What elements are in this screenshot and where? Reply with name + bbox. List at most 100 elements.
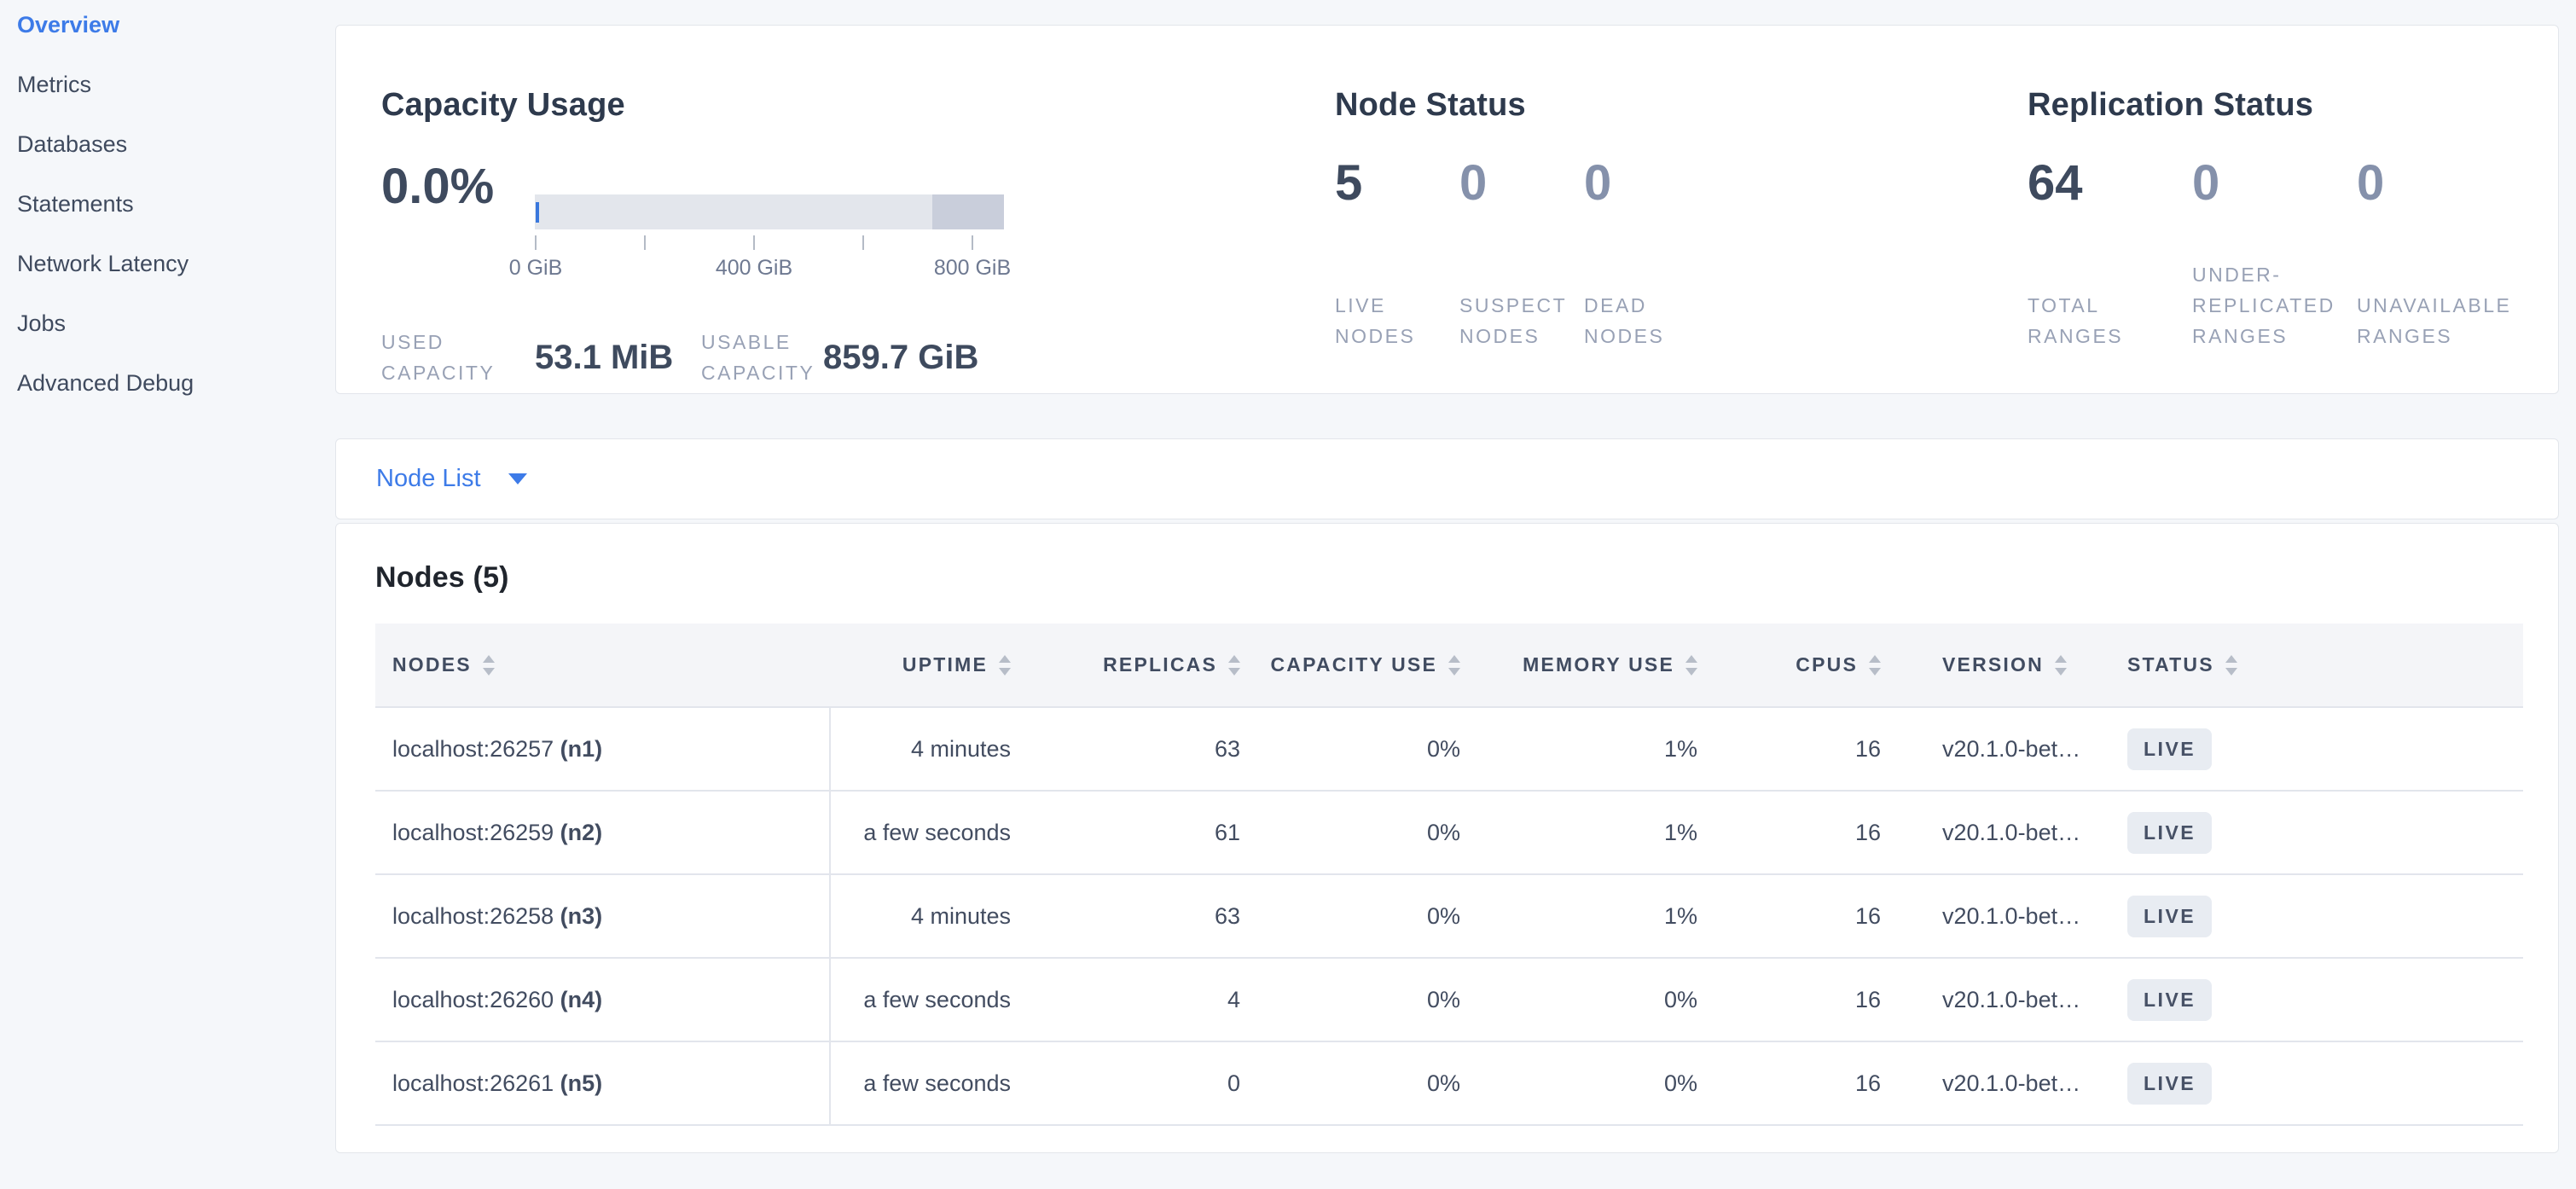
node-list-dropdown[interactable]: Node List — [376, 465, 527, 493]
replicas-cell: 63 — [1028, 874, 1257, 958]
column-header-uptime[interactable]: UPTIME — [830, 624, 1028, 707]
capacity-use-cell: 0% — [1257, 874, 1477, 958]
dead-nodes-value: 0 — [1584, 154, 1709, 213]
column-header-version[interactable]: VERSION — [1898, 624, 2098, 707]
node-status-title: Node Status — [1335, 85, 2005, 125]
capacity-usage-title: Capacity Usage — [381, 85, 1314, 125]
gauge-tick-label: 400 GiB — [716, 256, 792, 281]
uptime-cell: a few seconds — [830, 791, 1028, 874]
gauge-tick — [862, 235, 864, 250]
uptime-cell: 4 minutes — [830, 874, 1028, 958]
capacity-use-cell: 0% — [1257, 791, 1477, 874]
node-id: (n2) — [560, 820, 603, 845]
chevron-down-icon — [508, 473, 527, 484]
node-list-dropdown-label: Node List — [376, 465, 481, 493]
cpus-cell: 16 — [1714, 874, 1898, 958]
sidebar-item-overview[interactable]: Overview — [17, 14, 335, 37]
under-replicated-ranges-label: UNDER- REPLICATED RANGES — [2192, 259, 2357, 351]
nodes-table-card: Nodes (5) NODES UPTIME REPLICAS CAPACITY… — [335, 523, 2559, 1153]
column-header-capacity-use[interactable]: CAPACITY USE — [1257, 624, 1477, 707]
status-cell: LIVE — [2098, 707, 2523, 791]
replication-status-title: Replication Status — [2028, 85, 2558, 125]
cpus-cell: 16 — [1714, 791, 1898, 874]
node-address-link[interactable]: localhost:26258 — [392, 903, 554, 929]
gauge-tick — [644, 235, 646, 250]
capacity-gauge-used-marker — [536, 202, 539, 223]
version-cell: v20.1.0-bet… — [1898, 791, 2098, 874]
uptime-cell: a few seconds — [830, 1041, 1028, 1125]
under-replicated-ranges-value: 0 — [2192, 154, 2357, 213]
table-row: localhost:26259 (n2) a few seconds 61 0%… — [375, 791, 2523, 874]
sort-icon — [2055, 655, 2067, 676]
sidebar-item-statements[interactable]: Statements — [17, 193, 335, 216]
node-address-link[interactable]: localhost:26260 — [392, 987, 554, 1012]
sort-icon — [1869, 655, 1881, 676]
total-ranges-label: TOTAL RANGES — [2028, 290, 2192, 351]
sidebar-item-advanced-debug[interactable]: Advanced Debug — [17, 372, 335, 395]
replicas-cell: 0 — [1028, 1041, 1257, 1125]
gauge-tick — [535, 235, 537, 250]
table-row: localhost:26257 (n1) 4 minutes 63 0% 1% … — [375, 707, 2523, 791]
memory-use-cell: 1% — [1477, 707, 1714, 791]
used-capacity-label: USED CAPACITY — [381, 327, 535, 388]
live-nodes-label: LIVE NODES — [1335, 290, 1459, 351]
sort-icon — [2225, 655, 2237, 676]
sort-icon — [1685, 655, 1697, 676]
table-row: localhost:26260 (n4) a few seconds 4 0% … — [375, 958, 2523, 1041]
sort-icon — [483, 655, 495, 676]
gauge-tick-label: 800 GiB — [934, 256, 1011, 281]
sidebar: Overview Metrics Databases Statements Ne… — [0, 0, 335, 1189]
status-badge: LIVE — [2127, 728, 2212, 770]
version-cell: v20.1.0-bet… — [1898, 874, 2098, 958]
node-status-section: Node Status 5 0 0 LIVE NODES SUSPECT NOD… — [1314, 26, 2005, 393]
column-header-replicas[interactable]: REPLICAS — [1028, 624, 1257, 707]
uptime-cell: a few seconds — [830, 958, 1028, 1041]
column-header-memory-use[interactable]: MEMORY USE — [1477, 624, 1714, 707]
node-address-link[interactable]: localhost:26261 — [392, 1070, 554, 1096]
nodes-table-title: Nodes (5) — [375, 561, 2524, 594]
used-capacity-value: 53.1 MiB — [535, 339, 701, 377]
version-cell: v20.1.0-bet… — [1898, 958, 2098, 1041]
status-badge: LIVE — [2127, 812, 2212, 854]
column-header-nodes[interactable]: NODES — [375, 624, 830, 707]
column-header-cpus[interactable]: CPUS — [1714, 624, 1898, 707]
overview-page: Overview Metrics Databases Statements Ne… — [0, 0, 2576, 1189]
unavailable-ranges-value: 0 — [2357, 154, 2521, 213]
gauge-tick — [753, 235, 755, 250]
suspect-nodes-value: 0 — [1459, 154, 1584, 213]
table-header-row: NODES UPTIME REPLICAS CAPACITY USE MEMOR… — [375, 624, 2523, 707]
cpus-cell: 16 — [1714, 1041, 1898, 1125]
table-row: localhost:26261 (n5) a few seconds 0 0% … — [375, 1041, 2523, 1125]
memory-use-cell: 0% — [1477, 1041, 1714, 1125]
sidebar-item-metrics[interactable]: Metrics — [17, 73, 335, 96]
column-header-status[interactable]: STATUS — [2098, 624, 2523, 707]
cluster-summary-card: Capacity Usage 0.0% 0 GiB — [335, 25, 2559, 394]
replicas-cell: 4 — [1028, 958, 1257, 1041]
cpus-cell: 16 — [1714, 958, 1898, 1041]
capacity-gauge-bar — [535, 194, 1004, 229]
node-address-link[interactable]: localhost:26257 — [392, 736, 554, 762]
capacity-usage-section: Capacity Usage 0.0% 0 GiB — [336, 26, 1314, 393]
gauge-tick — [972, 235, 973, 250]
nodes-table: NODES UPTIME REPLICAS CAPACITY USE MEMOR… — [375, 624, 2523, 1126]
node-id: (n4) — [560, 987, 603, 1012]
node-address-link[interactable]: localhost:26259 — [392, 820, 554, 845]
table-row: localhost:26258 (n3) 4 minutes 63 0% 1% … — [375, 874, 2523, 958]
sort-icon — [1228, 655, 1240, 676]
status-cell: LIVE — [2098, 791, 2523, 874]
main-content: Capacity Usage 0.0% 0 GiB — [335, 0, 2576, 1189]
usable-capacity-value: 859.7 GiB — [823, 339, 978, 377]
capacity-gauge: 0 GiB 400 GiB 800 GiB — [535, 194, 1004, 229]
capacity-gauge-nonusable-segment — [932, 194, 1004, 229]
uptime-cell: 4 minutes — [830, 707, 1028, 791]
sidebar-item-jobs[interactable]: Jobs — [17, 312, 335, 335]
version-cell: v20.1.0-bet… — [1898, 1041, 2098, 1125]
status-badge: LIVE — [2127, 896, 2212, 937]
version-cell: v20.1.0-bet… — [1898, 707, 2098, 791]
status-cell: LIVE — [2098, 958, 2523, 1041]
memory-use-cell: 1% — [1477, 791, 1714, 874]
memory-use-cell: 1% — [1477, 874, 1714, 958]
total-ranges-value: 64 — [2028, 154, 2192, 213]
sidebar-item-network-latency[interactable]: Network Latency — [17, 252, 335, 276]
sidebar-item-databases[interactable]: Databases — [17, 133, 335, 156]
